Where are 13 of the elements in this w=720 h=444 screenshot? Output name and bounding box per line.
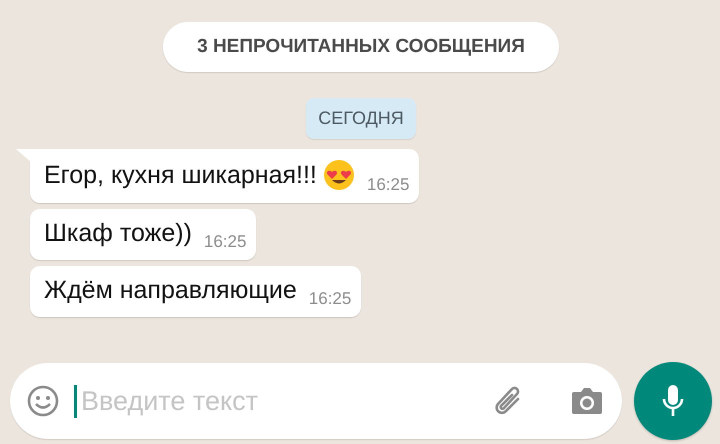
message-text: Шкаф тоже)) (44, 219, 192, 248)
date-chip: СЕГОДНЯ (306, 98, 416, 139)
message-text: Егор, кухня шикарная!!! (44, 160, 317, 190)
message-input[interactable]: Введите текст (74, 384, 478, 418)
unread-banner: 3 НЕПРОЧИТАННЫХ СООБЩЕНИЯ (163, 22, 559, 72)
smiley-icon[interactable] (26, 384, 60, 418)
camera-icon[interactable] (570, 386, 604, 416)
message-time: 16:25 (204, 232, 246, 252)
message-time: 16:25 (366, 175, 410, 195)
message-text: Ждём направляющие (44, 276, 297, 305)
message-time: 16:25 (308, 289, 352, 309)
message-field[interactable]: Введите текст (10, 363, 622, 439)
microphone-icon (661, 383, 685, 419)
